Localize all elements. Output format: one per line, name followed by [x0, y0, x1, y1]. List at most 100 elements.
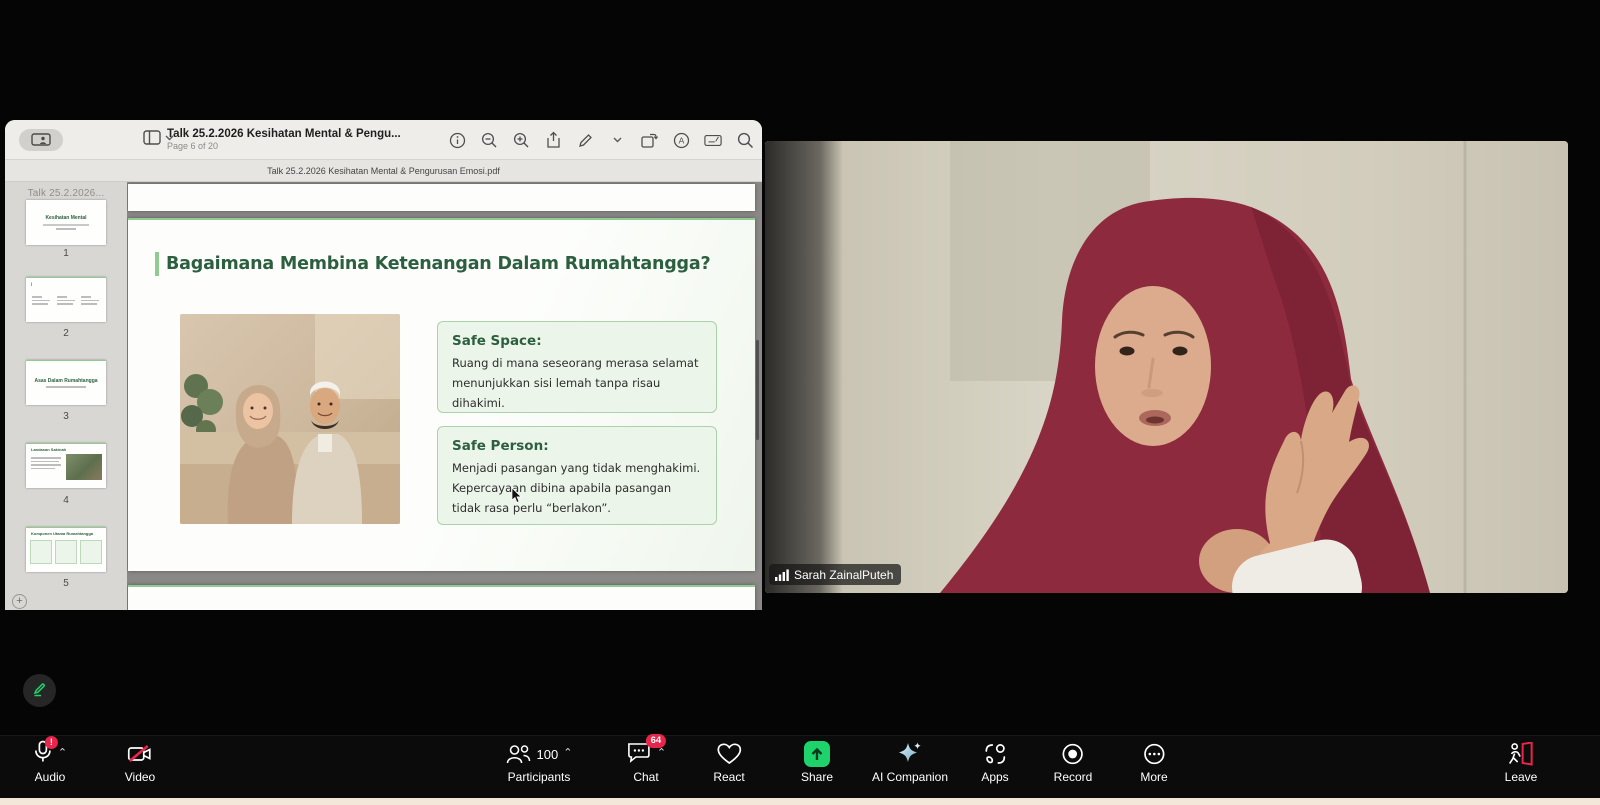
pdf-scrollbar[interactable] [756, 340, 759, 440]
camera-off-icon [126, 742, 154, 766]
signal-bars-icon [775, 569, 789, 581]
speaker-video-frame [765, 141, 1568, 593]
chat-label: Chat [633, 770, 658, 784]
chat-button[interactable]: 64 ⌃ Chat [626, 740, 666, 784]
page-thumbnail-1[interactable]: Kesihatan Mental [26, 200, 106, 245]
video-label: Video [125, 770, 155, 784]
annotation-button[interactable] [23, 674, 56, 707]
thumb4-photo [66, 454, 102, 480]
document-tab[interactable]: Talk 25.2.2026 Kesihatan Mental & Pengur… [5, 160, 762, 182]
participants-label: Participants [508, 770, 571, 784]
preview-titlebar: Talk 25.2.2026 Kesihatan Mental & Pengu.… [5, 120, 762, 160]
apps-icon [983, 742, 1007, 766]
participant-name-tag: Sarah ZainalPuteh [769, 564, 901, 585]
audio-menu-caret[interactable]: ⌃ [58, 746, 67, 759]
svg-text:A: A [678, 135, 684, 145]
chat-menu-caret[interactable]: ⌃ [657, 746, 666, 759]
zoom-in-icon[interactable] [512, 131, 530, 149]
more-label: More [1140, 770, 1167, 784]
couple-photo [180, 314, 400, 524]
page-7-top [128, 585, 755, 610]
thumb5-title: Komponen Utama Rumahtangga [26, 528, 106, 536]
highlight-a-icon[interactable]: A [672, 131, 690, 149]
share-label: Share [801, 770, 833, 784]
safe-space-body: Ruang di mana seseorang merasa selamat m… [452, 354, 702, 413]
sidebar-doc-label: Talk 25.2.2026... [5, 188, 127, 199]
pencil-icon [31, 682, 48, 699]
heading-accent-bar [155, 252, 159, 276]
page-thumbnail-3[interactable]: Asas Dalam Rumahtangga [26, 360, 106, 405]
chevron-down-icon[interactable] [608, 131, 626, 149]
safe-space-box: Safe Space: Ruang di mana seseorang mera… [437, 321, 717, 413]
safe-person-box: Safe Person: Menjadi pasangan yang tidak… [437, 426, 717, 525]
info-icon[interactable] [448, 131, 466, 149]
audio-label: Audio [35, 770, 66, 784]
markup-pencil-icon[interactable] [576, 131, 594, 149]
participants-icon [506, 743, 532, 765]
safe-person-body: Menjadi pasangan yang tidak menghakimi. … [452, 459, 702, 518]
participant-name: Sarah ZainalPuteh [794, 568, 893, 582]
react-button[interactable]: React [713, 740, 744, 784]
participants-button[interactable]: 100 ⌃ Participants [506, 740, 573, 784]
thumb3-number: 3 [26, 411, 106, 422]
pdf-canvas: Bagaimana Membina Ketenangan Dalam Rumah… [127, 182, 762, 610]
zoom-out-icon[interactable] [480, 131, 498, 149]
add-page-button[interactable]: + [12, 594, 27, 609]
apps-label: Apps [981, 770, 1008, 784]
thumb1-number: 1 [26, 248, 106, 259]
rotate-icon[interactable] [640, 131, 658, 149]
audio-alert-badge: ! [45, 736, 58, 749]
sidebar-toggle-icon[interactable] [143, 130, 161, 145]
search-icon[interactable] [736, 131, 754, 149]
speaker-video-tile[interactable]: Sarah ZainalPuteh [765, 141, 1568, 593]
ai-companion-icon [896, 741, 924, 767]
leave-icon [1507, 742, 1535, 767]
safe-person-title: Safe Person: [452, 438, 702, 454]
participants-count: 100 [537, 747, 559, 762]
record-label: Record [1054, 770, 1093, 784]
video-button[interactable]: Video [125, 740, 155, 784]
document-tab-name: Talk 25.2.2026 Kesihatan Mental & Pengur… [267, 166, 500, 176]
document-title: Talk 25.2.2026 Kesihatan Mental & Pengu.… [167, 128, 401, 141]
leave-button[interactable]: Leave [1505, 740, 1538, 784]
page-thumbnail-4[interactable]: Landasan Sakinah [26, 443, 106, 488]
apps-button[interactable]: Apps [981, 740, 1008, 784]
screen-bottom-strip [0, 798, 1600, 805]
preview-window: Talk 25.2.2026 Kesihatan Mental & Pengu.… [5, 120, 762, 610]
share-icon [804, 741, 830, 767]
thumb4-number: 4 [26, 495, 106, 506]
page-6: Bagaimana Membina Ketenangan Dalam Rumah… [128, 218, 755, 571]
page-5-bottom [128, 184, 755, 211]
share-export-icon[interactable] [544, 131, 562, 149]
safe-space-title: Safe Space: [452, 333, 702, 349]
screen-share-pill[interactable] [19, 129, 63, 151]
react-label: React [713, 770, 744, 784]
more-button[interactable]: More [1140, 740, 1167, 784]
ai-companion-button[interactable]: AI Companion [872, 740, 948, 784]
zoom-meeting-screen: Talk 25.2.2026 Kesihatan Mental & Pengu.… [0, 0, 1600, 805]
record-button[interactable]: Record [1054, 740, 1093, 784]
share-button[interactable]: Share [801, 740, 833, 784]
slide-heading: Bagaimana Membina Ketenangan Dalam Rumah… [166, 254, 710, 274]
thumb4-title: Landasan Sakinah [26, 444, 106, 452]
thumb1-title: Kesihatan Mental [45, 215, 86, 221]
thumb2-number: 2 [26, 328, 106, 339]
participants-menu-caret[interactable]: ⌃ [563, 746, 572, 759]
chevron-down-icon[interactable] [165, 135, 174, 141]
leave-label: Leave [1505, 770, 1538, 784]
page-thumbnail-5[interactable]: Komponen Utama Rumahtangga [26, 527, 106, 572]
thumbnail-sidebar: Talk 25.2.2026... Kesihatan Mental 1 | [5, 182, 127, 610]
ai-companion-label: AI Companion [872, 770, 948, 784]
document-titleblock: Talk 25.2.2026 Kesihatan Mental & Pengu.… [167, 128, 401, 152]
audio-button[interactable]: ! ⌃ Audio [33, 740, 67, 784]
more-icon [1142, 742, 1166, 766]
heart-icon [716, 742, 742, 766]
thumb5-number: 5 [26, 578, 106, 589]
page-thumbnail-2[interactable]: | [26, 277, 106, 322]
meeting-toolbar: ! ⌃ Audio Video [0, 735, 1600, 798]
page-status: Page 6 of 20 [167, 141, 401, 151]
form-fill-icon[interactable] [704, 131, 722, 149]
thumb3-title: Asas Dalam Rumahtangga [34, 378, 97, 384]
mouse-cursor [511, 488, 522, 508]
record-icon [1061, 742, 1085, 766]
